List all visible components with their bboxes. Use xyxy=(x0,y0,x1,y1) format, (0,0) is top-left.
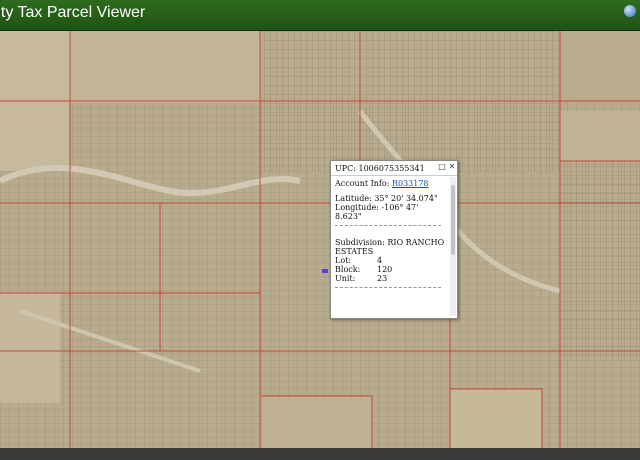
longitude-text-cont: 8.623" xyxy=(335,212,362,221)
account-link[interactable]: R033178 xyxy=(392,179,429,188)
unit-row: Unit: 23 xyxy=(335,274,447,283)
subdivision-text-cont: ESTATES xyxy=(335,247,374,256)
scrollbar-thumb[interactable] xyxy=(451,185,455,255)
close-icon[interactable]: ✕ xyxy=(448,163,456,171)
longitude-text: Longitude: -106° 47' xyxy=(335,203,419,212)
aerial-imagery-layer xyxy=(0,31,640,448)
divider xyxy=(335,225,441,226)
lot-value: 4 xyxy=(377,256,383,265)
popup-content: Account Info: R033178 Latitude: 35° 20' … xyxy=(335,179,447,315)
lot-label: Lot: xyxy=(335,256,352,265)
account-info: Account Info: R033178 xyxy=(335,179,447,188)
upc-label: UPC: 1006075355341 xyxy=(335,164,425,173)
location-marker[interactable] xyxy=(322,269,328,273)
app-header: nty Tax Parcel Viewer xyxy=(0,0,640,31)
block-row: Block: 120 xyxy=(335,265,447,274)
maximize-icon[interactable]: □ xyxy=(438,163,446,171)
subdivision-text: Subdivision: RIO RANCHO xyxy=(335,238,445,247)
app-title: nty Tax Parcel Viewer xyxy=(0,4,146,21)
unit-value: 23 xyxy=(377,274,388,283)
popup-header: UPC: 1006075355341 □ ✕ xyxy=(331,161,457,176)
globe-icon[interactable] xyxy=(624,5,636,17)
block-value: 120 xyxy=(377,265,393,274)
bottom-bar xyxy=(0,448,640,460)
divider xyxy=(335,287,441,288)
parcel-map[interactable] xyxy=(0,31,640,448)
parcel-info-popup: UPC: 1006075355341 □ ✕ Account Info: R03… xyxy=(330,160,458,319)
block-label: Block: xyxy=(335,265,361,274)
popup-scrollbar[interactable] xyxy=(450,177,456,316)
unit-label: Unit: xyxy=(335,274,356,283)
latitude-text: Latitude: 35° 20' 34.074" xyxy=(335,194,438,203)
lot-row: Lot: 4 xyxy=(335,256,447,265)
account-label: Account Info: xyxy=(335,179,390,188)
